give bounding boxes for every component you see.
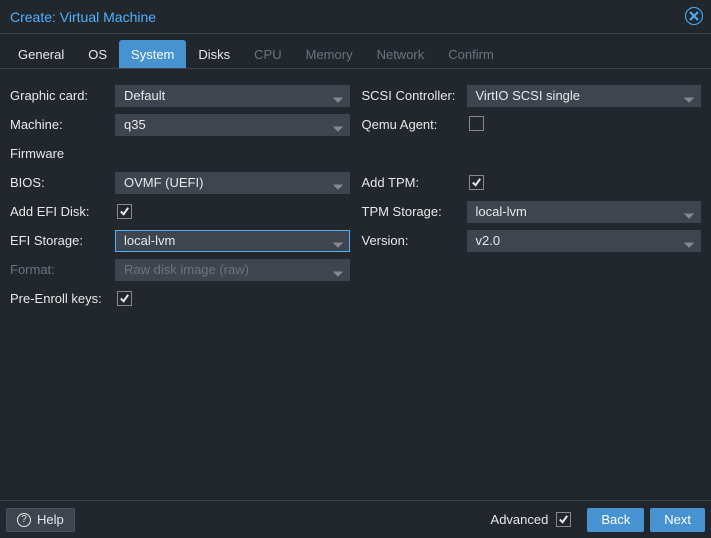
close-button[interactable] xyxy=(685,7,703,25)
checkbox-pre-enroll[interactable] xyxy=(117,291,132,306)
row-qemu-agent: Qemu Agent: xyxy=(362,110,702,139)
tab-cpu: CPU xyxy=(242,40,293,68)
close-icon xyxy=(689,11,699,21)
chevron-down-icon xyxy=(333,269,343,279)
help-label: Help xyxy=(37,512,64,527)
checkbox-advanced[interactable] xyxy=(556,512,571,527)
form-col-right: SCSI Controller: VirtIO SCSI single Qemu… xyxy=(362,81,702,499)
label-add-efi-disk: Add EFI Disk: xyxy=(10,204,115,219)
chevron-down-icon xyxy=(333,182,343,192)
label-qemu-agent: Qemu Agent: xyxy=(362,117,467,132)
back-button[interactable]: Back xyxy=(587,508,644,532)
select-format: Raw disk image (raw) xyxy=(115,259,350,281)
select-scsi-value: VirtIO SCSI single xyxy=(476,86,581,106)
label-format: Format: xyxy=(10,262,115,277)
label-tpm-storage: TPM Storage: xyxy=(362,204,467,219)
chevron-down-icon xyxy=(333,124,343,134)
select-machine[interactable]: q35 xyxy=(115,114,350,136)
label-scsi: SCSI Controller: xyxy=(362,88,467,103)
row-tpm-storage: TPM Storage: local-lvm xyxy=(362,197,702,226)
row-graphic-card: Graphic card: Default xyxy=(10,81,350,110)
checkbox-add-efi-disk[interactable] xyxy=(117,204,132,219)
select-bios[interactable]: OVMF (UEFI) xyxy=(115,172,350,194)
select-tpm-storage-value: local-lvm xyxy=(476,202,527,222)
check-icon xyxy=(558,514,569,525)
section-firmware: Firmware xyxy=(10,139,350,168)
select-version-value: v2.0 xyxy=(476,231,501,251)
select-machine-value: q35 xyxy=(124,115,146,135)
select-scsi[interactable]: VirtIO SCSI single xyxy=(467,85,702,107)
select-format-value: Raw disk image (raw) xyxy=(124,260,249,280)
help-button[interactable]: ? Help xyxy=(6,508,75,532)
row-scsi: SCSI Controller: VirtIO SCSI single xyxy=(362,81,702,110)
section-spacer xyxy=(362,139,702,168)
chevron-down-icon xyxy=(684,95,694,105)
select-version[interactable]: v2.0 xyxy=(467,230,702,252)
label-add-tpm: Add TPM: xyxy=(362,175,467,190)
row-efi-storage: EFI Storage: local-lvm xyxy=(10,226,350,255)
check-icon xyxy=(119,293,130,304)
help-icon: ? xyxy=(17,513,31,527)
row-bios: BIOS: OVMF (UEFI) xyxy=(10,168,350,197)
select-efi-storage-value: local-lvm xyxy=(124,231,175,251)
titlebar: Create: Virtual Machine xyxy=(0,0,711,34)
tab-network: Network xyxy=(365,40,437,68)
label-pre-enroll: Pre-Enroll keys: xyxy=(10,291,115,306)
select-graphic-card-value: Default xyxy=(124,86,165,106)
tab-confirm: Confirm xyxy=(436,40,506,68)
checkbox-add-tpm[interactable] xyxy=(469,175,484,190)
row-pre-enroll: Pre-Enroll keys: xyxy=(10,284,350,313)
row-format: Format: Raw disk image (raw) xyxy=(10,255,350,284)
advanced-label: Advanced xyxy=(491,512,549,527)
label-bios: BIOS: xyxy=(10,175,115,190)
tab-os[interactable]: OS xyxy=(76,40,119,68)
chevron-down-icon xyxy=(333,95,343,105)
footer: ? Help Advanced Back Next xyxy=(0,500,711,538)
label-version: Version: xyxy=(362,233,467,248)
check-icon xyxy=(471,177,482,188)
dialog-title: Create: Virtual Machine xyxy=(10,9,156,25)
tab-memory: Memory xyxy=(294,40,365,68)
next-button[interactable]: Next xyxy=(650,508,705,532)
form-body: Graphic card: Default Machine: q35 Firmw… xyxy=(0,69,711,499)
row-version: Version: v2.0 xyxy=(362,226,702,255)
tab-bar: General OS System Disks CPU Memory Netwo… xyxy=(0,34,711,69)
label-graphic-card: Graphic card: xyxy=(10,88,115,103)
row-machine: Machine: q35 xyxy=(10,110,350,139)
advanced-toggle[interactable]: Advanced xyxy=(491,512,572,527)
chevron-down-icon xyxy=(684,211,694,221)
tab-system[interactable]: System xyxy=(119,40,186,68)
chevron-down-icon xyxy=(333,240,343,250)
form-col-left: Graphic card: Default Machine: q35 Firmw… xyxy=(10,81,350,499)
row-add-tpm: Add TPM: xyxy=(362,168,702,197)
check-icon xyxy=(119,206,130,217)
select-bios-value: OVMF (UEFI) xyxy=(124,173,203,193)
label-efi-storage: EFI Storage: xyxy=(10,233,115,248)
checkbox-qemu-agent[interactable] xyxy=(469,116,484,131)
tab-general[interactable]: General xyxy=(6,40,76,68)
row-add-efi-disk: Add EFI Disk: xyxy=(10,197,350,226)
label-machine: Machine: xyxy=(10,117,115,132)
select-efi-storage[interactable]: local-lvm xyxy=(115,230,350,252)
select-tpm-storage[interactable]: local-lvm xyxy=(467,201,702,223)
chevron-down-icon xyxy=(684,240,694,250)
tab-disks[interactable]: Disks xyxy=(186,40,242,68)
select-graphic-card[interactable]: Default xyxy=(115,85,350,107)
